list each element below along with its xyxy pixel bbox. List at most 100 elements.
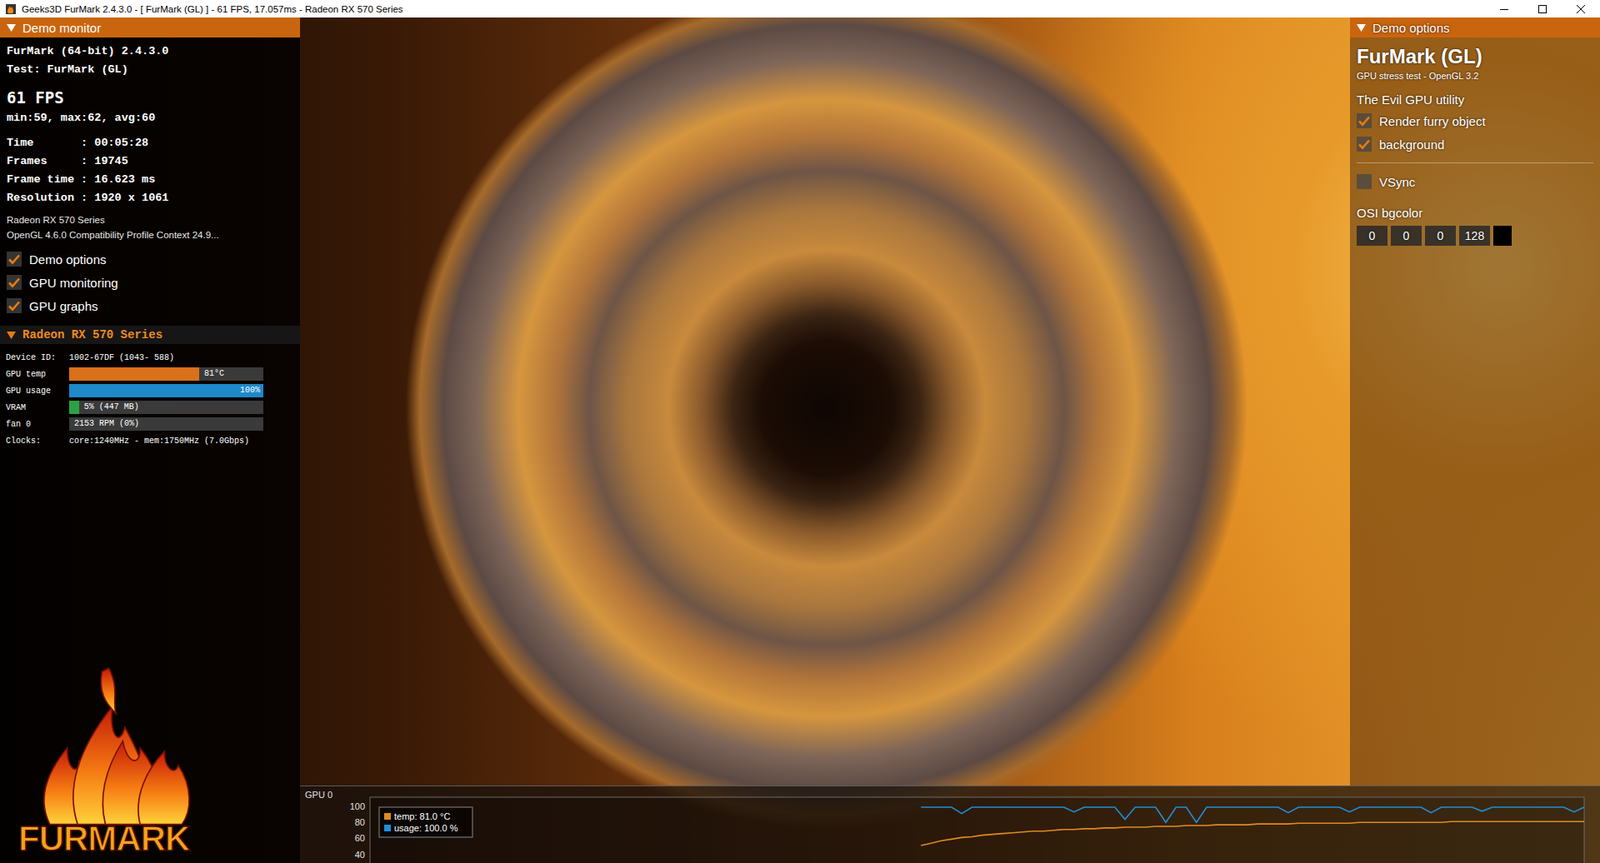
legend-swatch (384, 825, 391, 832)
toggle-checkbox[interactable]: GPU monitoring (6, 270, 294, 295)
toggle-label: GPU monitoring (29, 275, 119, 290)
gpu-stat-value: 1002-67DF (1043- 588) (69, 353, 175, 363)
flames-icon (20, 665, 212, 832)
legend-text: usage: 100.0 % (394, 823, 459, 834)
demo-options-header[interactable]: Demo options (1350, 17, 1600, 38)
option-checkbox[interactable]: background (1356, 132, 1594, 156)
window-title: Geeks3D FurMark 2.4.3.0 - [ FurMark (GL)… (21, 4, 1485, 15)
bar-value: 100% (240, 384, 260, 398)
toggle-label: background (1379, 137, 1445, 152)
color-component-field[interactable]: 0 (1425, 225, 1456, 246)
option-checkbox[interactable]: VSync (1356, 170, 1594, 194)
gpu-stat-row: Clocks: core:1240MHz - mem:1750MHz (7.0G… (5, 432, 295, 450)
collapse-triangle-icon (6, 23, 16, 33)
gpu-stat-row: GPU usage 100% (5, 382, 295, 400)
legend-swatch (384, 813, 391, 820)
stat-line: Frames : 19745 (6, 152, 294, 171)
check-icon (1357, 137, 1371, 151)
bar-value: 5% (447 MB) (84, 400, 140, 415)
demo-options-panel: Demo options FurMark (GL) GPU stress tes… (1350, 17, 1600, 786)
separator (1356, 162, 1594, 164)
gpu-stat-row: fan 0 2153 RPM (0%) (5, 415, 295, 433)
toggle-label: Render furry object (1379, 114, 1486, 129)
legend-box (379, 807, 473, 838)
toggle-label: Demo options (29, 252, 107, 267)
option-checkbox[interactable]: Render furry object (1356, 109, 1594, 133)
logo-text: FURMARK (18, 820, 190, 859)
render-stage: Demo monitor FurMark (64-bit) 2.4.3.0 Te… (0, 17, 1600, 863)
toggle-label: GPU graphs (29, 299, 99, 314)
gpu-stat-value: core:1240MHz - mem:1750MHz (7.0Gbps) (69, 436, 250, 446)
gpu-graph-panel: GPU 0 100 80 60 40 temp: 81.0 °Cusage: 100.0 … (300, 785, 1600, 863)
panel-title: Demo monitor (22, 20, 101, 35)
y-tick-label: 60 (355, 833, 365, 844)
bar-fill (69, 367, 200, 381)
gpu-stat-label: Device ID: (5, 353, 70, 363)
toggle-checkbox[interactable]: GPU graphs (6, 294, 294, 318)
collapse-triangle-icon (6, 330, 16, 340)
stat-line: Time : 00:05:28 (6, 134, 294, 153)
demo-title: FurMark (GL) (1356, 44, 1594, 70)
maximize-button[interactable] (1523, 0, 1562, 18)
legend-text: temp: 81.0 °C (394, 811, 450, 822)
opengl-info: OpenGL 4.6.0 Compatibility Profile Conte… (6, 227, 294, 243)
gpu-name: Radeon RX 570 Series (6, 212, 294, 228)
y-tick-label: 100 (350, 801, 365, 812)
check-icon (7, 275, 21, 290)
gpu-stat-row: VRAM 5% (447 MB) (5, 399, 295, 416)
check-icon (7, 252, 21, 266)
y-tick-label: 40 (355, 850, 365, 860)
toggle-checkbox[interactable]: Demo options (6, 247, 294, 271)
version-text: FurMark (64-bit) 2.4.3.0 (6, 42, 294, 61)
toggle-label: VSync (1379, 175, 1415, 190)
stat-line: Frame time : 16.623 ms (6, 170, 294, 190)
bar-value: 2153 RPM (0%) (74, 417, 140, 431)
gpu-stat-bar: 5% (447 MB) (69, 400, 264, 415)
color-component-field[interactable]: 0 (1356, 225, 1388, 246)
furmark-app-icon (5, 3, 17, 15)
gpu-section-title: Radeon RX 570 Series (22, 328, 163, 342)
collapse-triangle-icon (1356, 23, 1366, 33)
series-line (920, 807, 1585, 823)
osi-bgcolor-label: OSI bgcolor (1356, 205, 1594, 222)
close-button[interactable] (1561, 0, 1600, 18)
furmark-logo: FURMARK (16, 665, 225, 862)
gpu-stat-label: fan 0 (5, 420, 70, 430)
series-line (920, 821, 1585, 846)
gpu-stat-label: GPU usage (5, 386, 70, 396)
gpu-stat-row: GPU temp 81°C (5, 365, 295, 383)
furmark-window: Geeks3D FurMark 2.4.3.0 - [ FurMark (GL)… (0, 0, 1600, 863)
checkbox-box (1356, 136, 1372, 152)
gpu-stat-bar: 100% (69, 384, 264, 398)
minimize-button[interactable] (1485, 0, 1524, 18)
tagline: The Evil GPU utility (1356, 90, 1594, 110)
color-swatch[interactable] (1493, 225, 1512, 246)
maximize-icon (1538, 5, 1547, 14)
gpu-stat-bar: 2153 RPM (0%) (69, 417, 264, 431)
checkbox-box (6, 251, 22, 267)
plot-area (370, 797, 1585, 863)
bar-fill (69, 384, 264, 398)
color-component-field[interactable]: 128 (1459, 225, 1490, 246)
demo-monitor-panel: Demo monitor FurMark (64-bit) 2.4.3.0 Te… (0, 17, 300, 863)
fps-text: 61 FPS (6, 85, 294, 110)
graph-label: GPU 0 (305, 790, 333, 800)
demo-monitor-header[interactable]: Demo monitor (0, 17, 300, 38)
gpu-stat-label: VRAM (5, 403, 70, 413)
check-icon (7, 299, 21, 313)
panel-title: Demo options (1372, 20, 1450, 35)
color-component-field[interactable]: 0 (1390, 225, 1422, 246)
bar-fill (69, 400, 80, 415)
gpu-stat-row: Device ID: 1002-67DF (1043- 588) (5, 349, 295, 366)
test-text: Test: FurMark (GL) (6, 60, 294, 80)
gpu-section-header[interactable]: Radeon RX 570 Series (0, 325, 300, 345)
checkbox-box (6, 275, 22, 290)
close-icon (1576, 5, 1585, 14)
checkbox-box (1356, 174, 1372, 190)
gpu-stat-bar: 81°C (69, 367, 264, 381)
y-tick-label: 80 (355, 817, 365, 828)
stat-line: Resolution : 1920 x 1061 (6, 189, 294, 208)
bar-value: 81°C (204, 367, 225, 381)
gpu-stat-label: GPU temp (5, 370, 70, 380)
gpu-stat-label: Clocks: (5, 436, 70, 446)
